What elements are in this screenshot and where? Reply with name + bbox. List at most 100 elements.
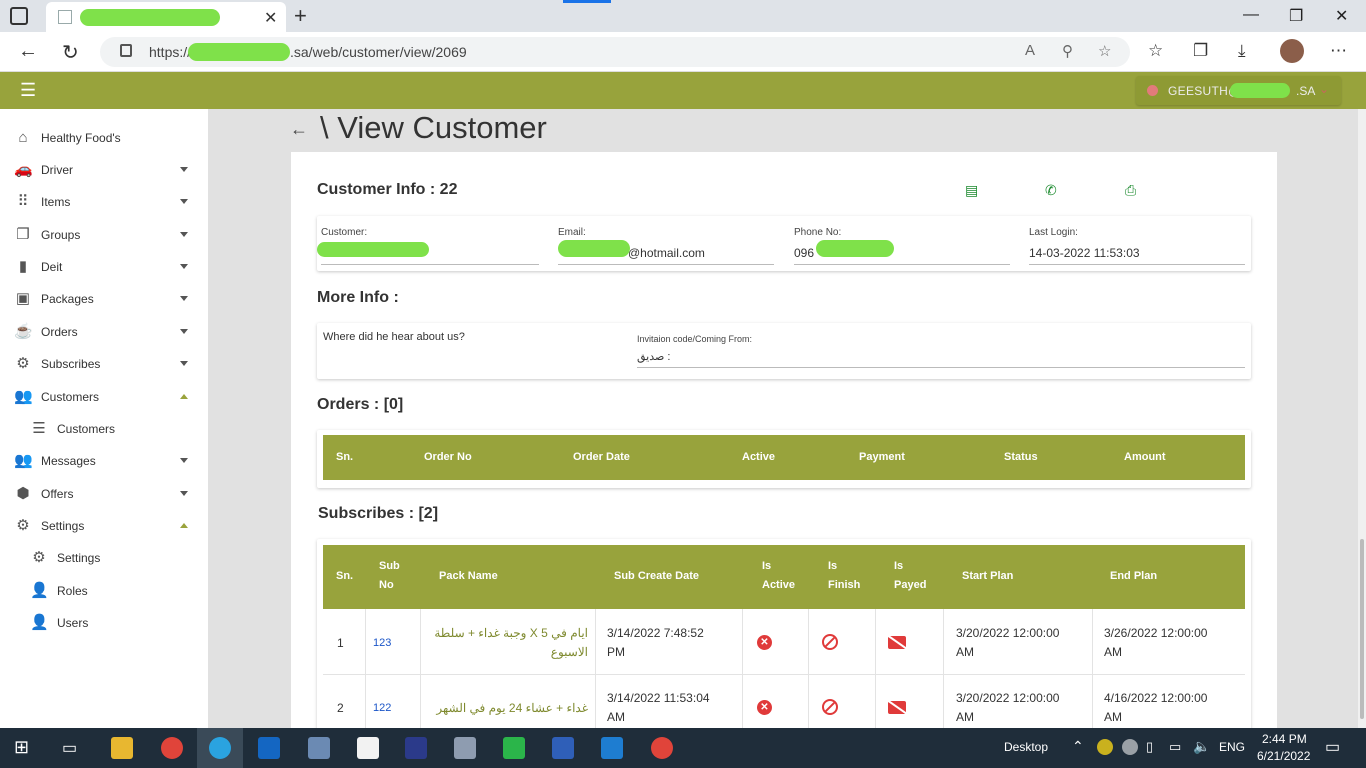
message-icon[interactable]: ▤ [965, 182, 978, 199]
more-options-icon[interactable]: ⋯ [1330, 41, 1347, 61]
sub-row1-create-line2: PM [607, 645, 625, 659]
lock-icon [120, 44, 132, 57]
whatsapp-icon[interactable]: ✆ [1045, 182, 1057, 199]
task-view-icon[interactable]: ▭ [62, 738, 77, 758]
word-icon[interactable] [552, 737, 574, 759]
chevron-down-icon [180, 329, 188, 334]
orders-col-order-date: Order Date [573, 451, 630, 463]
person-icon: 👤 [30, 614, 49, 631]
print-icon[interactable]: ⎙ [1125, 182, 1136, 199]
windows-taskbar: ⊞ ▭ Desktop ⌃ ▯ ▭ 🔈 ENG 2:44 PM 6/21/202… [0, 728, 1366, 768]
scrollbar-thumb[interactable] [1360, 539, 1364, 719]
favorites-icon[interactable]: ☆ [1148, 41, 1163, 61]
sub-col-sn: Sn. [336, 570, 354, 582]
language-indicator[interactable]: ENG [1219, 740, 1245, 754]
subscribes-title: Subscribes : [2] [318, 505, 439, 522]
sidebar-item-orders[interactable]: ☕ Orders [0, 316, 208, 348]
collections-icon[interactable]: ❐ [1193, 41, 1208, 61]
outlook-icon[interactable] [258, 737, 280, 759]
sidebar-item-label: Driver [41, 163, 73, 177]
inactive-icon: ✕ [757, 635, 772, 650]
read-aloud-icon[interactable]: A [1025, 42, 1035, 59]
orders-col-amount: Amount [1124, 451, 1166, 463]
sub-row1-sub-no[interactable]: 123 [373, 634, 391, 652]
profile-avatar[interactable] [1280, 39, 1304, 63]
redacted-user-domain [1230, 83, 1290, 98]
browser-tab[interactable]: ✕ [46, 2, 286, 32]
sidebar-item-label: Items [41, 195, 71, 209]
tab-actions-icon[interactable] [10, 7, 28, 25]
sidebar-item-subscribes[interactable]: ⚙ Subscribes [0, 348, 208, 380]
clock-time[interactable]: 2:44 PM [1262, 732, 1307, 746]
add-favorite-icon[interactable]: ☆ [1098, 42, 1111, 60]
notion-icon[interactable] [357, 737, 379, 759]
sidebar-item-items[interactable]: ⠿ Items [0, 186, 208, 218]
save-app-icon[interactable] [454, 737, 476, 759]
chevron-up-icon[interactable]: ⌃ [1072, 738, 1084, 755]
user-menu[interactable]: GEESUTH@ .SA ⌄ [1136, 76, 1341, 105]
gear-icon: ⚙ [16, 517, 30, 534]
sub-row2-sub-no[interactable]: 122 [373, 699, 391, 717]
last-login-field: Last Login: 14-03-2022 11:53:03 [1029, 227, 1245, 265]
edge-icon[interactable] [209, 737, 231, 759]
sidebar-item-offers[interactable]: ⬢ Offers [0, 478, 208, 510]
hamburger-menu-icon[interactable]: ☰ [20, 80, 36, 101]
orders-table: Sn. Order No Order Date Active Payment S… [317, 430, 1251, 488]
column-divider [943, 609, 944, 728]
redacted-email-user [558, 240, 630, 257]
chrome-icon[interactable] [161, 737, 183, 759]
grid-icon: ⠿ [17, 193, 29, 210]
row-divider [323, 674, 1245, 675]
volume-icon[interactable]: 🔈 [1193, 738, 1210, 755]
refresh-icon[interactable]: ↻ [62, 40, 79, 65]
sidebar-subitem-users[interactable]: 👤 Users [0, 607, 208, 639]
chrome-alt-icon[interactable] [651, 737, 673, 759]
sub-row2-start-line1: 3/20/2022 12:00:00 [956, 691, 1060, 705]
sub-col-end-plan: End Plan [1110, 570, 1158, 582]
address-bar[interactable]: https:// .sa/web/customer/view/2069 A ⚲ … [100, 37, 1130, 67]
vscode-icon[interactable] [601, 737, 623, 759]
orders-col-sn: Sn. [336, 451, 354, 463]
tray-app-icon[interactable] [1097, 739, 1113, 755]
sidebar-subitem-settings[interactable]: ⚙ Settings [0, 542, 208, 574]
tray-cloud-icon[interactable] [1122, 739, 1138, 755]
sidebar-item-packages[interactable]: ▣ Packages [0, 283, 208, 315]
more-info-panel: Where did he hear about us? Invitaion co… [317, 323, 1251, 379]
not-finished-icon [822, 634, 838, 650]
sidebar-item-healthy-foods[interactable]: ⌂ Healthy Food's [0, 122, 208, 154]
maximize-button[interactable]: ❐ [1289, 6, 1303, 26]
sidebar-item-settings[interactable]: ⚙ Settings [0, 510, 208, 542]
file-explorer-icon[interactable] [111, 737, 133, 759]
sub-row1-sn: 1 [337, 636, 344, 650]
eye-app-icon[interactable] [503, 737, 525, 759]
back-arrow-icon[interactable]: ← [18, 40, 38, 63]
zoom-icon[interactable]: ⚲ [1062, 42, 1073, 60]
window-close-button[interactable]: ✕ [1335, 6, 1348, 26]
page-scrollbar[interactable] [1358, 109, 1366, 728]
desktop-toolbar[interactable]: Desktop [1004, 740, 1048, 754]
minimize-button[interactable]: — [1243, 6, 1259, 24]
sidebar-item-customers[interactable]: 👥 Customers [0, 381, 208, 413]
tab-close-icon[interactable]: ✕ [264, 8, 277, 28]
remote-desktop-icon[interactable] [308, 737, 330, 759]
sidebar-subitem-customers[interactable]: ☰ Customers [0, 413, 208, 445]
sidebar-item-deit[interactable]: ▮ Deit [0, 251, 208, 283]
back-arrow-icon[interactable]: ← [290, 119, 308, 140]
sub-row1-pack-line2: الاسبوع [550, 645, 588, 659]
downloads-icon[interactable]: ⤓ [1238, 41, 1246, 61]
sidebar-item-label: Offers [41, 487, 74, 501]
sidebar-subitem-roles[interactable]: 👤 Roles [0, 575, 208, 607]
more-info-title: More Info : [317, 289, 399, 306]
photoshop-icon[interactable] [405, 737, 427, 759]
sidebar-item-driver[interactable]: 🚗 Driver [0, 154, 208, 186]
windows-start-icon[interactable]: ⊞ [14, 737, 29, 758]
tray-device-icon[interactable]: ▯ [1146, 739, 1153, 755]
clock-date[interactable]: 6/21/2022 [1257, 749, 1310, 763]
new-tab-button[interactable]: + [294, 3, 307, 29]
sidebar-item-messages[interactable]: 👥 Messages [0, 445, 208, 477]
customer-label: Customer: [321, 227, 368, 238]
network-icon[interactable]: ▭ [1169, 739, 1181, 755]
sidebar-item-groups[interactable]: ❐ Groups [0, 219, 208, 251]
notifications-icon[interactable]: ▭ [1325, 737, 1340, 757]
email-label: Email: [558, 227, 586, 238]
